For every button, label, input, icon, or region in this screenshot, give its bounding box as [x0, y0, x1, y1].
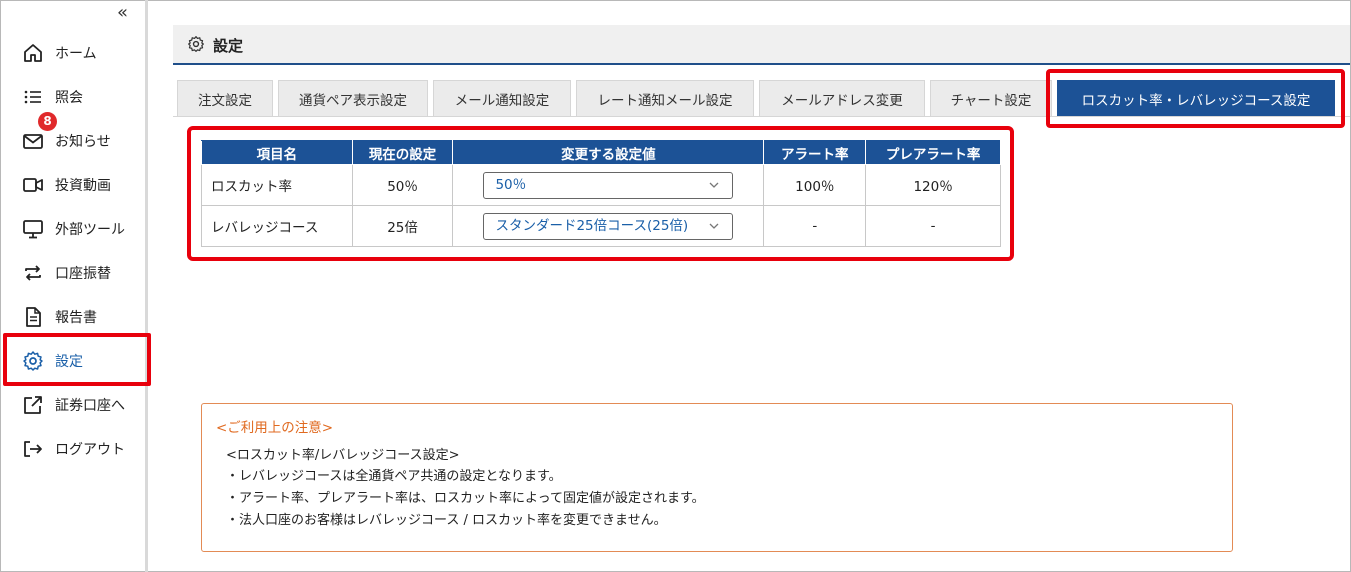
page-title: 設定: [213, 37, 244, 55]
notice-line: ・アラート率、プレアラート率は、ロスカット率によって固定値が設定されます。: [226, 491, 705, 506]
logout-icon: [24, 441, 42, 457]
sidebar-item-label: 口座振替: [55, 266, 111, 282]
sidebar-divider: [145, 0, 148, 572]
sidebar-item-reports[interactable]: 報告書: [1, 298, 145, 334]
sidebar-item-inquiry[interactable]: 照会: [1, 78, 145, 114]
tab-mail-notification[interactable]: メール通知設定: [433, 80, 571, 116]
tab-chart-settings[interactable]: チャート設定: [930, 80, 1052, 116]
gear-icon: [188, 36, 204, 52]
tab-rate-notification-mail[interactable]: レート通知メール設定: [576, 80, 754, 116]
monitor-icon: [23, 220, 43, 239]
external-link-icon: [24, 396, 42, 414]
mail-icon: [23, 134, 43, 149]
tab-order-settings[interactable]: 注文設定: [177, 80, 273, 116]
sidebar-item-logout[interactable]: ログアウト: [1, 430, 145, 466]
sidebar-item-securities-account[interactable]: 証券口座へ: [1, 386, 145, 422]
notice-title: <ご利用上の注意>: [216, 420, 334, 436]
page-header: 設定: [173, 25, 1350, 65]
highlight-box-settings: [3, 333, 151, 386]
sidebar-item-label: ホーム: [55, 46, 97, 62]
sidebar-item-label: 証券口座へ: [55, 398, 125, 414]
document-icon: [26, 307, 41, 327]
sidebar-item-label: 投資動画: [55, 178, 111, 194]
home-icon: [24, 44, 42, 62]
sidebar-item-label: 報告書: [55, 310, 97, 326]
tab-mail-address-change[interactable]: メールアドレス変更: [759, 80, 925, 116]
sidebar-item-label: 照会: [55, 90, 83, 106]
sidebar-item-transfer[interactable]: 口座振替: [1, 254, 145, 290]
usage-notice: <ご利用上の注意> <ロスカット率/レバレッジコース設定> ・レバレッジコースは…: [201, 403, 1233, 552]
list-icon: [24, 90, 41, 104]
collapse-sidebar-icon[interactable]: «: [117, 3, 128, 23]
highlight-box-active-tab: [1046, 69, 1345, 128]
highlight-box-table: [187, 126, 1014, 261]
sidebar-item-label: ログアウト: [55, 442, 125, 458]
sidebar-item-home[interactable]: ホーム: [1, 34, 145, 70]
tab-currency-pair-display[interactable]: 通貨ペア表示設定: [278, 80, 428, 116]
video-icon: [23, 178, 43, 192]
sidebar-item-label: お知らせ: [55, 134, 111, 150]
notice-line: ・法人口座のお客様はレバレッジコース / ロスカット率を変更できません。: [226, 513, 667, 528]
sidebar-item-external-tools[interactable]: 外部ツール: [1, 210, 145, 246]
notice-line: <ロスカット率/レバレッジコース設定>: [226, 448, 460, 463]
sidebar-item-label: 外部ツール: [55, 222, 125, 238]
sidebar-item-videos[interactable]: 投資動画: [1, 166, 145, 202]
sidebar: « ホーム 照会 8 お知らせ 投資動画 外部ツール 口座振替 報告書 設定 証…: [1, 1, 145, 571]
notification-badge: 8: [38, 112, 57, 131]
notice-line: ・レバレッジコースは全通貨ペア共通の設定となります。: [226, 469, 562, 484]
transfer-icon: [25, 265, 41, 281]
sidebar-item-news[interactable]: 8 お知らせ: [1, 112, 145, 158]
